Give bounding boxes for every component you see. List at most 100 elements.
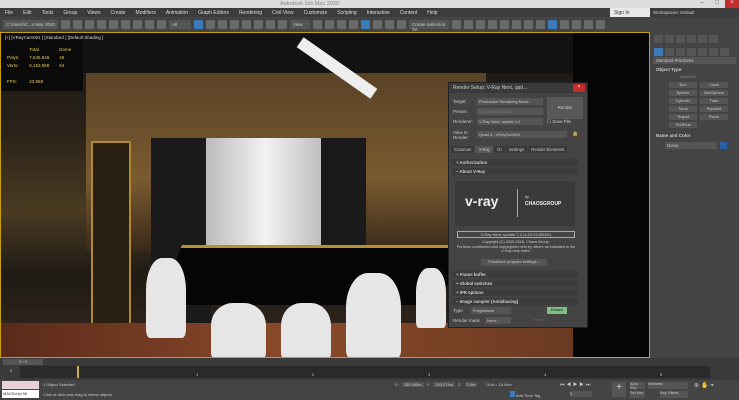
menu-civil-view[interactable]: Civil View bbox=[267, 8, 299, 17]
lock-icon[interactable]: 🔒 bbox=[572, 131, 578, 137]
save-icon[interactable] bbox=[73, 20, 82, 29]
cylinder-button[interactable]: Cylinder bbox=[669, 98, 697, 104]
select-object-icon[interactable] bbox=[194, 20, 203, 29]
save-as-icon[interactable] bbox=[85, 20, 94, 29]
rectangle-selection-icon[interactable] bbox=[218, 20, 227, 29]
tab-render-elements[interactable]: Render Elements bbox=[528, 146, 567, 153]
maxscript-listener-top[interactable] bbox=[2, 381, 39, 389]
cameras-icon[interactable] bbox=[687, 48, 696, 56]
track-bar[interactable]: 0 1 2 3 4 5 bbox=[20, 366, 710, 378]
percent-snap-icon[interactable] bbox=[373, 20, 382, 29]
render-mask-dropdown[interactable]: None bbox=[485, 317, 511, 324]
ribbon-icon[interactable] bbox=[488, 20, 497, 29]
default-button[interactable]: Default bbox=[547, 307, 567, 314]
angle-snap-icon[interactable] bbox=[361, 20, 370, 29]
dialog-close-button[interactable]: × bbox=[573, 84, 585, 92]
y-coordinate-field[interactable]: 183.174m bbox=[433, 382, 455, 387]
minimize-button[interactable]: – bbox=[695, 0, 709, 8]
render-production-icon[interactable] bbox=[572, 20, 581, 29]
x-coordinate-field[interactable]: 155.495m bbox=[402, 382, 424, 387]
menu-modifiers[interactable]: Modifiers bbox=[131, 8, 161, 17]
feedback-settings-button[interactable]: Feedback program settings... bbox=[481, 259, 547, 266]
menu-help[interactable]: Help bbox=[422, 8, 442, 17]
tube-button[interactable]: Tube bbox=[700, 98, 728, 104]
render-button[interactable]: Render bbox=[547, 97, 583, 119]
menu-scripting[interactable]: Scripting bbox=[332, 8, 361, 17]
menu-graph-editors[interactable]: Graph Editors bbox=[193, 8, 234, 17]
close-button[interactable]: × bbox=[725, 0, 739, 8]
archive-icon[interactable] bbox=[97, 20, 106, 29]
rollout-global-switches[interactable]: + Global switches bbox=[452, 280, 578, 287]
z-coordinate-field[interactable]: 0.0m bbox=[465, 382, 478, 387]
menu-interactive[interactable]: Interactive bbox=[362, 8, 395, 17]
motion-tab-icon[interactable] bbox=[687, 35, 696, 43]
view-to-render-dropdown[interactable]: Quad 4 - VRayCam001 bbox=[477, 131, 567, 138]
display-tab-icon[interactable] bbox=[698, 35, 707, 43]
current-frame-field[interactable]: 0 bbox=[570, 391, 592, 397]
material-editor-icon[interactable] bbox=[524, 20, 533, 29]
helpers-icon[interactable] bbox=[698, 48, 707, 56]
tab-common[interactable]: Common bbox=[451, 146, 474, 153]
maximize-button[interactable]: □ bbox=[710, 0, 724, 8]
menu-file[interactable]: File bbox=[0, 8, 18, 17]
select-by-name-icon[interactable] bbox=[206, 20, 215, 29]
menu-edit[interactable]: Edit bbox=[18, 8, 37, 17]
autogrid-checkbox[interactable]: AutoGrid bbox=[680, 74, 696, 79]
keyboard-shortcut-icon[interactable] bbox=[337, 20, 346, 29]
time-slider[interactable]: 0 / 5 bbox=[3, 359, 43, 365]
rollout-ipr-options[interactable]: + IPR options bbox=[452, 289, 578, 296]
spinner-snap-icon[interactable] bbox=[385, 20, 394, 29]
project-path-dropdown[interactable]: C:\Users\C...s Max 2020 bbox=[3, 20, 58, 29]
geometry-icon[interactable] bbox=[654, 48, 663, 56]
set-key-button[interactable]: Set Key bbox=[630, 391, 645, 398]
key-filters-button[interactable]: Key Filters... bbox=[660, 391, 688, 398]
viewport-navigation-icons[interactable]: ⊕✋⌖ bbox=[694, 382, 716, 390]
mirror-icon[interactable] bbox=[452, 20, 461, 29]
utilities-tab-icon[interactable] bbox=[709, 35, 718, 43]
auto-key-button[interactable]: Auto Key bbox=[630, 382, 645, 389]
manipulate-icon[interactable] bbox=[325, 20, 334, 29]
object-color-swatch[interactable] bbox=[720, 142, 727, 149]
name-and-color-rollout[interactable]: Name and Color bbox=[656, 133, 691, 138]
textplus-button[interactable]: TextPlus bbox=[669, 122, 697, 128]
geosphere-button[interactable]: GeoSphere bbox=[700, 90, 728, 96]
sign-in-button[interactable]: Sign In bbox=[610, 8, 650, 17]
lights-icon[interactable] bbox=[676, 48, 685, 56]
box-button[interactable]: Box bbox=[669, 82, 697, 88]
reference-coordinate-dropdown[interactable]: View bbox=[290, 20, 310, 29]
render-iterative-icon[interactable] bbox=[584, 20, 593, 29]
tab-gi[interactable]: GI bbox=[494, 146, 505, 153]
pyramid-button[interactable]: Pyramid bbox=[700, 106, 728, 112]
render-cloud-icon[interactable] bbox=[596, 20, 605, 29]
rollout-about-vray[interactable]: − About V-Ray bbox=[452, 168, 578, 175]
menu-create[interactable]: Create bbox=[106, 8, 131, 17]
link-icon[interactable] bbox=[133, 20, 142, 29]
bind-space-warp-icon[interactable] bbox=[157, 20, 166, 29]
cone-button[interactable]: Cone bbox=[700, 82, 728, 88]
curve-editor-icon[interactable] bbox=[500, 20, 509, 29]
placement-icon[interactable] bbox=[278, 20, 287, 29]
hierarchy-tab-icon[interactable] bbox=[676, 35, 685, 43]
uvw-icon[interactable] bbox=[536, 20, 545, 29]
named-selection-dropdown[interactable]: Create Selection Se bbox=[409, 20, 449, 29]
rendered-frame-window-icon[interactable] bbox=[560, 20, 569, 29]
sampler-type-dropdown[interactable]: Progressive bbox=[471, 307, 511, 314]
object-name-input[interactable]: Dome bbox=[665, 142, 717, 149]
teapot-button[interactable]: Teapot bbox=[669, 114, 697, 120]
tab-settings[interactable]: Settings bbox=[506, 146, 528, 153]
undo-icon[interactable] bbox=[109, 20, 118, 29]
rollout-authorization[interactable]: + Authorization bbox=[452, 159, 578, 166]
sphere-button[interactable]: Sphere bbox=[669, 90, 697, 96]
preset-dropdown[interactable]: No preset selected bbox=[477, 108, 543, 115]
dialog-title-bar[interactable]: Render Setup: V-Ray Next, upd...× bbox=[449, 83, 587, 93]
render-mask-object-button[interactable]: <None> bbox=[515, 317, 565, 324]
key-set-dropdown[interactable]: Selected bbox=[648, 382, 688, 389]
align-icon[interactable] bbox=[464, 20, 473, 29]
pivot-icon[interactable] bbox=[313, 20, 322, 29]
snaps-toggle-icon[interactable] bbox=[349, 20, 358, 29]
scale-icon[interactable] bbox=[266, 20, 275, 29]
render-setup-icon[interactable] bbox=[548, 20, 557, 29]
menu-customize[interactable]: Customize bbox=[299, 8, 333, 17]
schematic-view-icon[interactable] bbox=[512, 20, 521, 29]
menu-content[interactable]: Content bbox=[395, 8, 423, 17]
